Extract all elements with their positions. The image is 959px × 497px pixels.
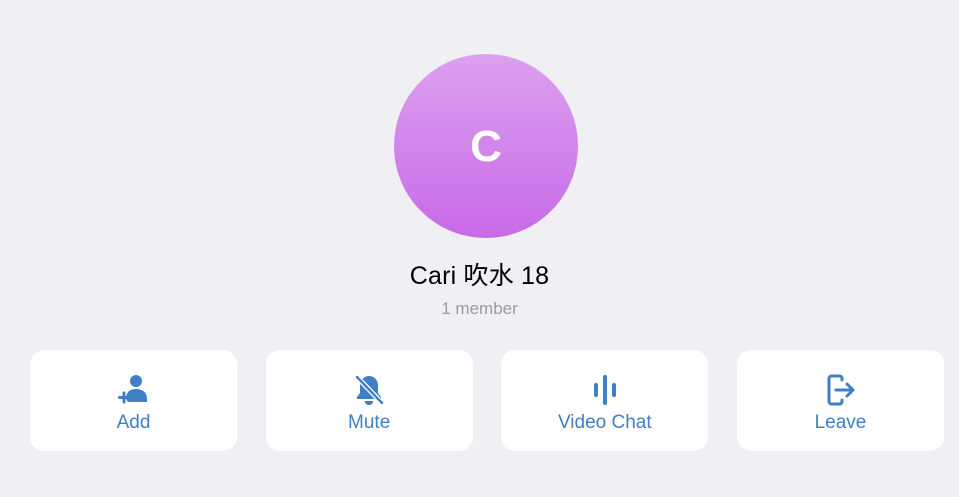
video-chat-button-label: Video Chat	[557, 412, 652, 433]
chat-title: Cari 吹水 18	[409, 262, 550, 290]
leave-door-icon	[822, 372, 858, 408]
avatar-initial: C	[470, 122, 502, 171]
leave-button[interactable]: Leave	[736, 350, 944, 451]
avatar[interactable]: C	[394, 54, 578, 238]
mute-button[interactable]: Mute	[265, 350, 473, 451]
voice-chat-waveform-icon	[587, 372, 623, 408]
video-chat-button[interactable]: Video Chat	[501, 350, 709, 451]
member-count: 1 member	[441, 299, 518, 318]
mute-button-label: Mute	[348, 412, 391, 433]
add-button[interactable]: Add	[30, 350, 237, 451]
action-bar: Add Mute Video Chat Leave	[30, 350, 944, 451]
leave-button-label: Leave	[814, 412, 867, 433]
chat-profile-header: C Cari 吹水 18 1 member	[0, 0, 959, 340]
bell-slash-icon	[351, 372, 387, 408]
add-member-icon	[116, 372, 152, 408]
add-button-label: Add	[116, 412, 151, 433]
